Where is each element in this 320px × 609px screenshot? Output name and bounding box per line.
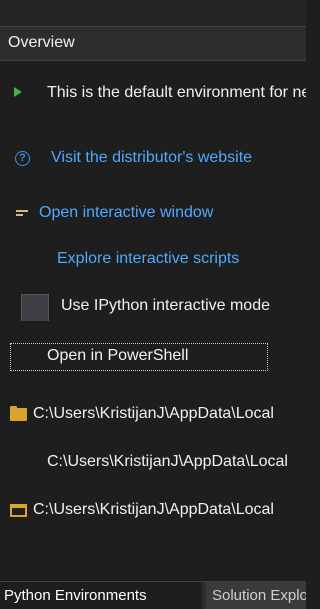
distributor-website-link[interactable]: Visit the distributor's website [51,149,252,167]
path-link[interactable]: C:\Users\KristijanJ\AppData\Local [33,501,274,519]
distributor-link-row[interactable]: ? Visit the distributor's website [0,145,306,173]
ipython-mode-checkbox[interactable] [21,294,49,321]
default-environment-text: This is the default environment for new … [47,84,306,101]
ipython-mode-row[interactable]: Use IPython interactive mode [0,293,306,321]
interactive-window-icon [16,210,28,218]
path-row-3[interactable]: C:\Users\KristijanJ\AppData\Local [0,497,306,525]
explore-scripts-row[interactable]: Explore interactive scripts [0,246,306,274]
default-environment-row: This is the default environment for new … [0,80,306,108]
ipython-mode-label: Use IPython interactive mode [61,297,270,314]
tab-solution-explorer[interactable]: Solution Explorer [206,582,306,609]
file-icon [10,504,27,517]
folder-icon [10,406,27,421]
tab-python-environments[interactable]: Python Environments [0,582,202,609]
open-interactive-window-link[interactable]: Open interactive window [39,204,213,222]
path-row-1[interactable]: C:\Users\KristijanJ\AppData\Local [0,401,306,429]
path-link[interactable]: C:\Users\KristijanJ\AppData\Local [47,453,288,471]
path-row-2[interactable]: C:\Users\KristijanJ\AppData\Local [0,449,306,477]
title-strip [0,0,306,26]
overview-header: Overview [0,26,306,61]
open-powershell-row[interactable]: Open in PowerShell [0,343,306,371]
open-in-powershell-link[interactable]: Open in PowerShell [47,347,188,365]
question-circle-icon: ? [15,151,30,166]
play-icon [14,87,22,97]
tool-window-tabs: Python Environments Solution Explorer [0,581,306,609]
page-title: Overview [8,34,75,51]
explore-interactive-scripts-link[interactable]: Explore interactive scripts [57,250,239,268]
path-link[interactable]: C:\Users\KristijanJ\AppData\Local [33,405,274,423]
open-interactive-row[interactable]: Open interactive window [0,200,306,228]
